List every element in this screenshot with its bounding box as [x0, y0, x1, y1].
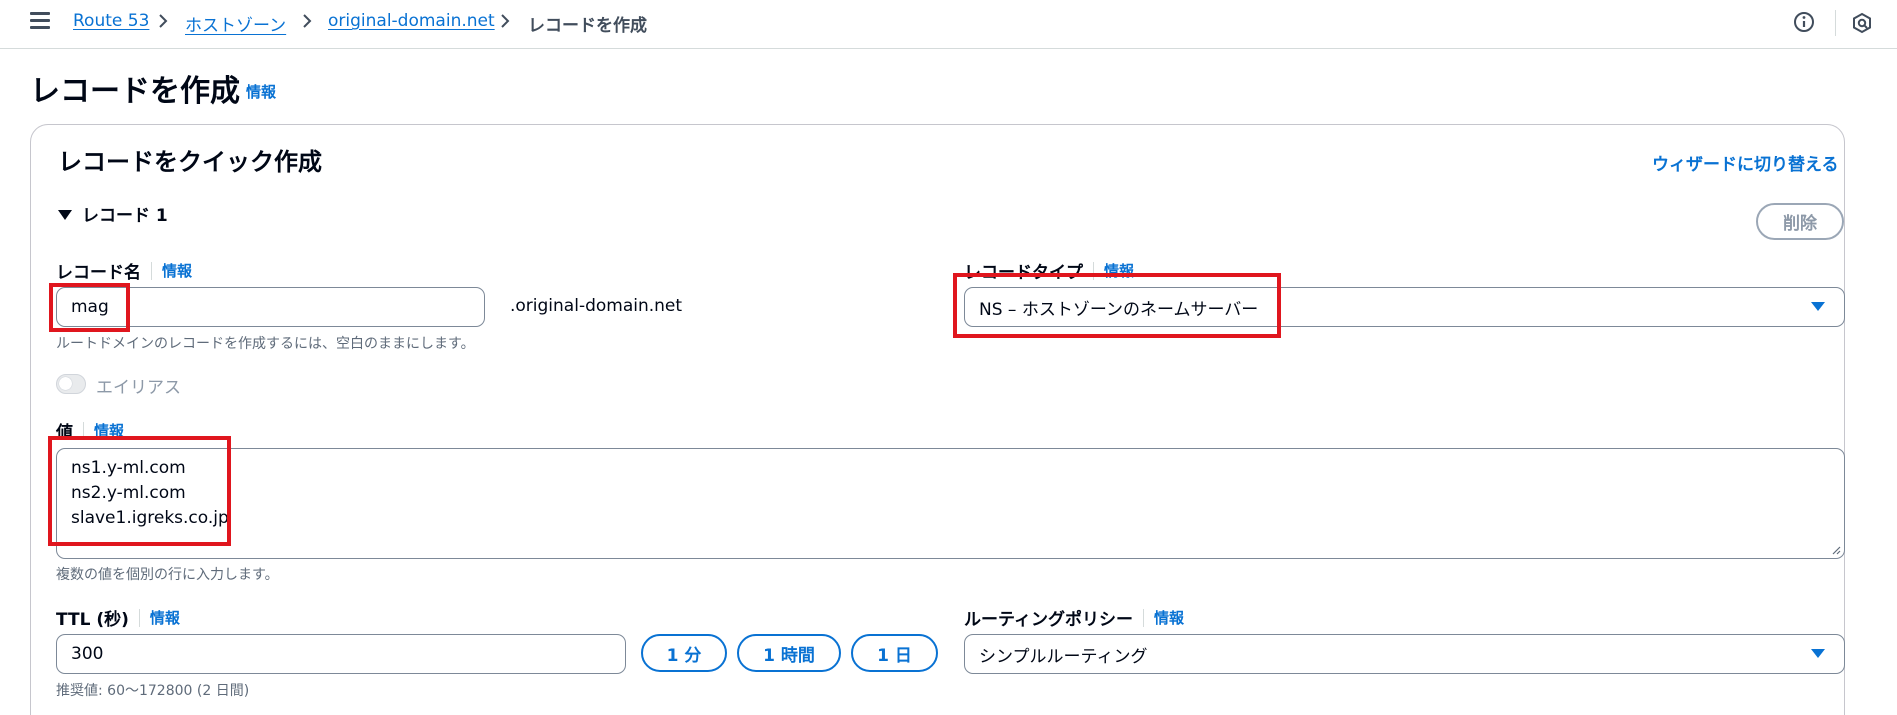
routing-policy-info-link[interactable]: 情報	[1154, 607, 1184, 628]
ttl-label: TTL (秒)	[56, 610, 129, 630]
dropdown-caret-icon	[1811, 302, 1825, 311]
divider	[1835, 10, 1836, 36]
record-name-label: レコード名	[56, 263, 141, 283]
top-navigation-bar: Route 53 ホストゾーン original-domain.net レコード…	[0, 0, 1897, 49]
breadcrumb-domain[interactable]: original-domain.net	[328, 11, 495, 31]
ttl-hint: 推奨値: 60〜172800 (2 日間)	[56, 683, 250, 699]
breadcrumb-current: レコードを作成	[528, 16, 647, 36]
page-title-info-link[interactable]: 情報	[246, 81, 276, 102]
record-name-hint: ルートドメインのレコードを作成するには、空白のままにします。	[56, 336, 475, 352]
value-line: ns1.y-ml.com	[71, 458, 186, 478]
annotation-highlight-values	[48, 436, 231, 546]
page-title: レコードを作成	[30, 74, 240, 109]
delete-button[interactable]: 削除	[1756, 203, 1844, 240]
value-hint: 複数の値を個別の行に入力します。	[56, 567, 279, 583]
ttl-1-day-button[interactable]: 1 日	[851, 634, 938, 672]
ttl-1-hour-button[interactable]: 1 時間	[737, 634, 841, 672]
ttl-input[interactable]: 300	[56, 634, 626, 674]
value-line: ns2.y-ml.com	[71, 483, 186, 503]
breadcrumb-hosted-zones[interactable]: ホストゾーン	[185, 11, 286, 36]
record-1-expander[interactable]: レコード 1	[58, 201, 168, 226]
caret-down-icon	[58, 210, 72, 220]
breadcrumb-route53[interactable]: Route 53	[73, 11, 149, 31]
switch-to-wizard-link[interactable]: ウィザードに切り替える	[1652, 150, 1839, 175]
divider	[151, 261, 152, 280]
value-line: slave1.igreks.co.jp	[71, 508, 229, 528]
help-panel-icon[interactable]	[1851, 12, 1873, 34]
ttl-1-minute-button[interactable]: 1 分	[641, 634, 727, 672]
toggle-knob	[59, 377, 72, 390]
chevron-right-icon	[159, 14, 168, 28]
routing-policy-select[interactable]: シンプルルーティング	[964, 634, 1845, 674]
domain-suffix: .original-domain.net	[510, 296, 683, 316]
value-textarea[interactable]: ns1.y-ml.com ns2.y-ml.com slave1.igreks.…	[56, 448, 1845, 559]
chevron-right-icon	[303, 14, 312, 28]
divider	[138, 608, 140, 627]
annotation-highlight-record-name	[49, 283, 130, 332]
alias-label: エイリアス	[96, 378, 181, 398]
routing-policy-value: シンプルルーティング	[979, 646, 1148, 667]
annotation-highlight-record-type	[953, 273, 1281, 338]
divider	[1142, 608, 1144, 627]
routing-policy-label: ルーティングポリシー	[964, 610, 1133, 630]
chevron-right-icon	[501, 14, 510, 28]
ttl-value: 300	[71, 644, 104, 664]
routing-policy-label-row: ルーティングポリシー 情報	[964, 605, 1184, 630]
record-1-label: レコード 1	[82, 206, 168, 226]
alias-toggle[interactable]	[56, 374, 86, 394]
record-name-info-link[interactable]: 情報	[162, 260, 192, 281]
quick-create-card	[30, 124, 1845, 715]
record-name-label-row: レコード名 情報	[56, 258, 192, 283]
resize-grip-icon[interactable]	[1831, 545, 1841, 555]
dropdown-caret-icon	[1811, 649, 1825, 658]
info-circle-icon[interactable]	[1793, 11, 1815, 33]
menu-icon[interactable]	[30, 12, 50, 30]
ttl-label-row: TTL (秒) 情報	[56, 605, 180, 630]
ttl-info-link[interactable]: 情報	[150, 607, 180, 628]
card-title: レコードをクイック作成	[58, 148, 322, 176]
